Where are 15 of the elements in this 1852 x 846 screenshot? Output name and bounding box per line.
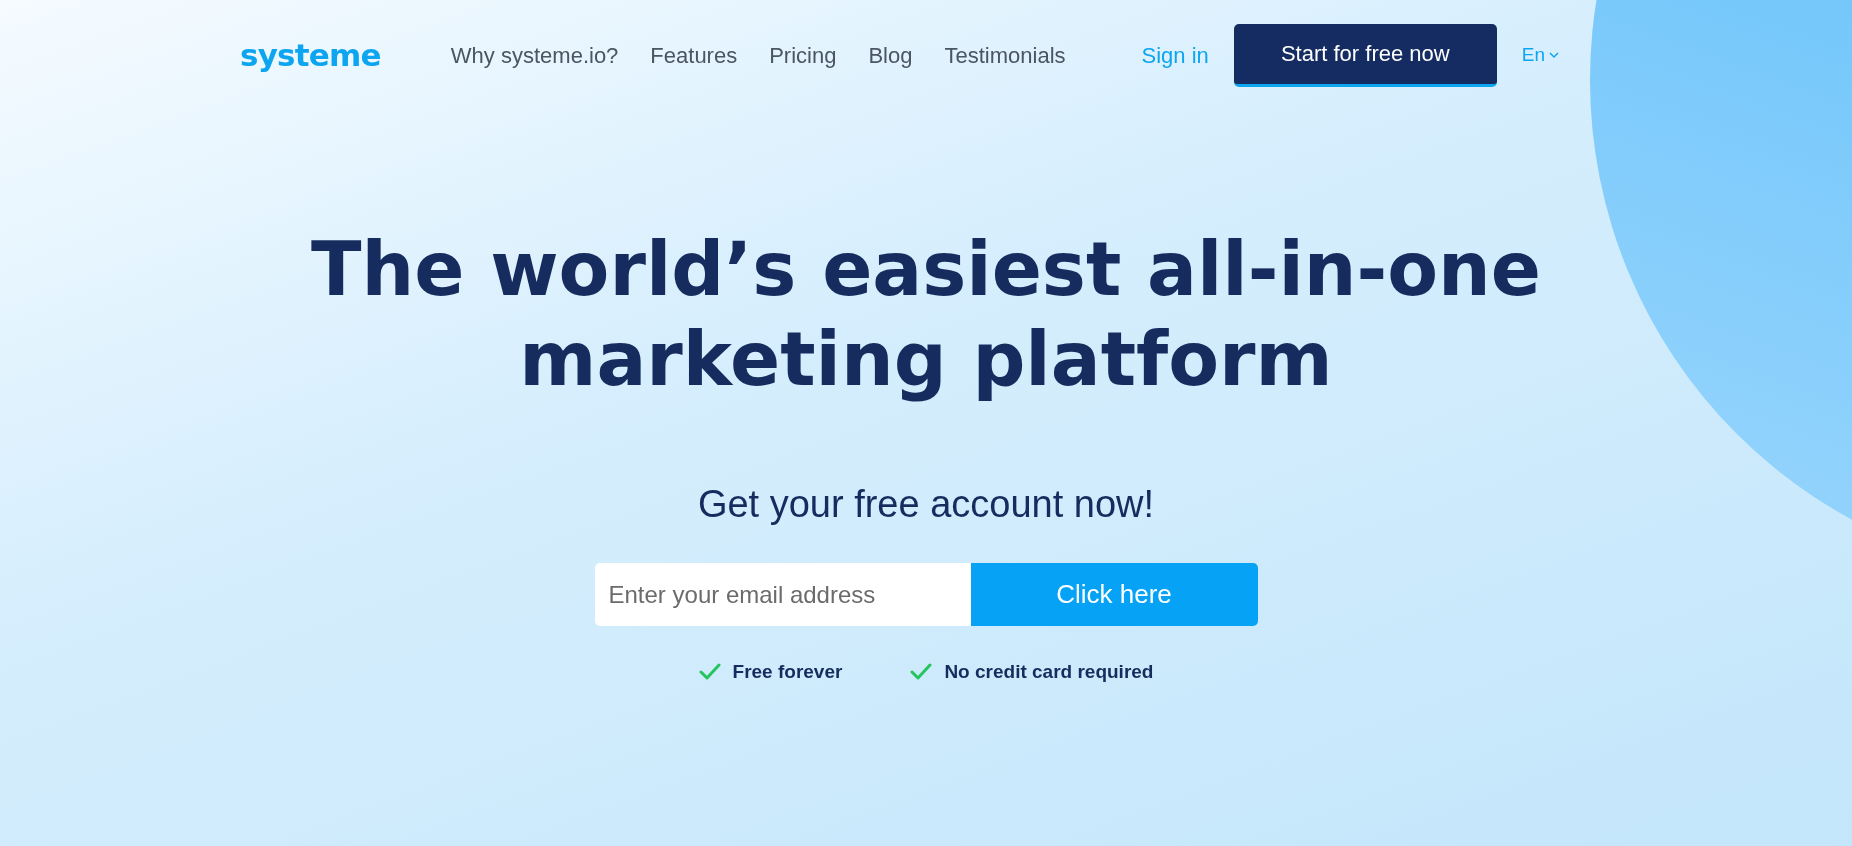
nav-link[interactable]: Why systeme.io? (450, 38, 619, 72)
check-icon (910, 663, 933, 682)
nav-link[interactable]: Features (650, 38, 738, 72)
headline: marketing platform (519, 315, 1333, 404)
check-icon (698, 663, 721, 682)
nav-link[interactable]: Pricing (769, 38, 837, 72)
benefit-text: No credit card required (944, 660, 1154, 684)
headline: The world’s easiest all-in-one (311, 225, 1541, 314)
chevron-icon (1549, 51, 1560, 59)
start-button[interactable]: Start for free now (1233, 23, 1497, 87)
benefit-text: Free forever (732, 660, 843, 684)
nav-link[interactable]: Blog (868, 38, 913, 72)
subheading: Get your free account now! (697, 482, 1155, 527)
email-field[interactable]: Enter your email address (594, 563, 971, 626)
nav-link[interactable]: Testimonials (944, 38, 1066, 72)
